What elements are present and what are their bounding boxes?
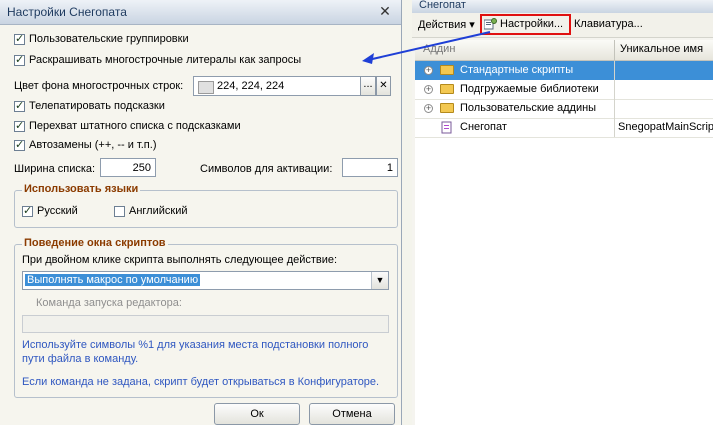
editor-cmd-label: Команда запуска редактора: — [36, 297, 182, 309]
dblclick-label: При двойном клике скрипта выполнять след… — [22, 254, 338, 266]
folder-icon — [440, 103, 454, 113]
dblclick-value: Выполнять макрос по умолчанию — [25, 274, 201, 286]
list-width-label: Ширина списка: — [14, 163, 96, 175]
tree-row-label: Подгружаемые библиотеки — [460, 83, 599, 95]
lang-ru-checkbox[interactable] — [22, 204, 33, 217]
behavior-group-title: Поведение окна скриптов — [22, 237, 168, 249]
user-groupings-label: Пользовательские группировки — [29, 33, 189, 45]
snegopat-titlebar: Снегопат — [412, 0, 713, 14]
expand-icon[interactable]: + — [424, 66, 433, 75]
dblclick-select[interactable]: Выполнять макрос по умолчанию ▼ — [22, 271, 389, 290]
autoreplace-checkbox[interactable] — [14, 138, 25, 151]
autoreplace-label: Автозамены (++, -- и т.п.) — [29, 139, 157, 151]
editor-cmd-input[interactable] — [22, 315, 389, 333]
bg-color-value: 224, 224, 224 — [217, 80, 285, 92]
snegopat-title: Снегопат — [419, 0, 466, 11]
settings-dialog: Настройки Снегопата ✕ Пользовательские г… — [0, 0, 402, 425]
column-header-unique-label: Уникальное имя — [620, 43, 704, 55]
chevron-down-icon[interactable]: ▼ — [371, 272, 388, 289]
close-icon[interactable]: ✕ — [377, 3, 393, 19]
bg-color-field[interactable]: 224, 224, 224 — [193, 76, 361, 96]
telepathy-label: Телепатировать подсказки — [29, 100, 165, 112]
folder-icon — [440, 65, 454, 75]
folder-icon — [440, 84, 454, 94]
keyboard-button[interactable]: Клавиатура... — [574, 18, 643, 30]
clear-icon[interactable]: ✕ — [376, 76, 391, 96]
cancel-button[interactable]: Отмена — [309, 403, 395, 425]
lang-en-checkbox[interactable] — [114, 206, 125, 217]
expand-multiline-checkbox[interactable] — [14, 53, 25, 66]
tree-row[interactable]: + Стандартные скрипты — [415, 61, 713, 80]
lang-en-label: Английский — [129, 205, 188, 217]
column-divider — [614, 61, 615, 137]
expand-multiline-label: Раскрашивать многострочные литералы как … — [29, 54, 302, 66]
bg-color-label: Цвет фона многострочных строк: — [14, 80, 184, 92]
languages-group-title: Использовать языки — [22, 183, 141, 195]
settings-icon — [483, 18, 497, 30]
expand-icon[interactable]: + — [424, 85, 433, 94]
actions-menu[interactable]: Действия ▾ — [418, 18, 475, 31]
hint-line-1: Используйте символы %1 для указания мест… — [22, 339, 369, 351]
hint-line-3: Если команда не задана, скрипт будет отк… — [22, 376, 380, 388]
tree-row-label: Пользовательские аддины — [460, 102, 597, 114]
chars-input[interactable]: 1 — [342, 158, 398, 177]
hint-line-2: пути файла в команду. — [22, 353, 139, 365]
lang-ru-label: Русский — [37, 205, 78, 217]
column-header-addin-label: Аддин — [423, 43, 456, 55]
chars-label: Символов для активации: — [200, 163, 333, 175]
tree-row[interactable]: Снегопат SnegopatMainScrip — [415, 118, 713, 138]
list-width-input[interactable]: 250 — [100, 158, 156, 177]
tree-row[interactable]: + Пользовательские аддины — [415, 99, 713, 119]
snegopat-window: Снегопат Действия ▾ Настройки... Клавиат… — [412, 0, 713, 425]
user-groupings-checkbox[interactable] — [14, 32, 25, 45]
settings-title: Настройки Снегопата — [7, 5, 127, 19]
telepathy-checkbox[interactable] — [14, 99, 25, 112]
color-swatch — [198, 81, 214, 94]
expand-icon[interactable]: + — [424, 104, 433, 113]
color-pick-button[interactable]: ... — [360, 76, 376, 96]
script-icon — [441, 121, 453, 134]
column-header-unique[interactable]: Уникальное имя — [615, 40, 713, 61]
tree-row-label: Стандартные скрипты — [460, 64, 574, 76]
ok-button[interactable]: Ок — [214, 403, 300, 425]
settings-button[interactable]: Настройки... — [500, 18, 563, 30]
tree-row-unique: SnegopatMainScrip — [618, 121, 713, 133]
intercept-list-label: Перехват штатного списка с подсказками — [29, 120, 241, 132]
intercept-list-checkbox[interactable] — [14, 119, 25, 132]
tree-row[interactable]: + Подгружаемые библиотеки — [415, 80, 713, 100]
tree-row-label: Снегопат — [460, 121, 507, 133]
column-header-addin[interactable]: Аддин — [415, 40, 615, 61]
settings-titlebar: Настройки Снегопата ✕ — [0, 0, 401, 25]
snegopat-toolbar: Действия ▾ Настройки... Клавиатура... — [412, 13, 713, 38]
